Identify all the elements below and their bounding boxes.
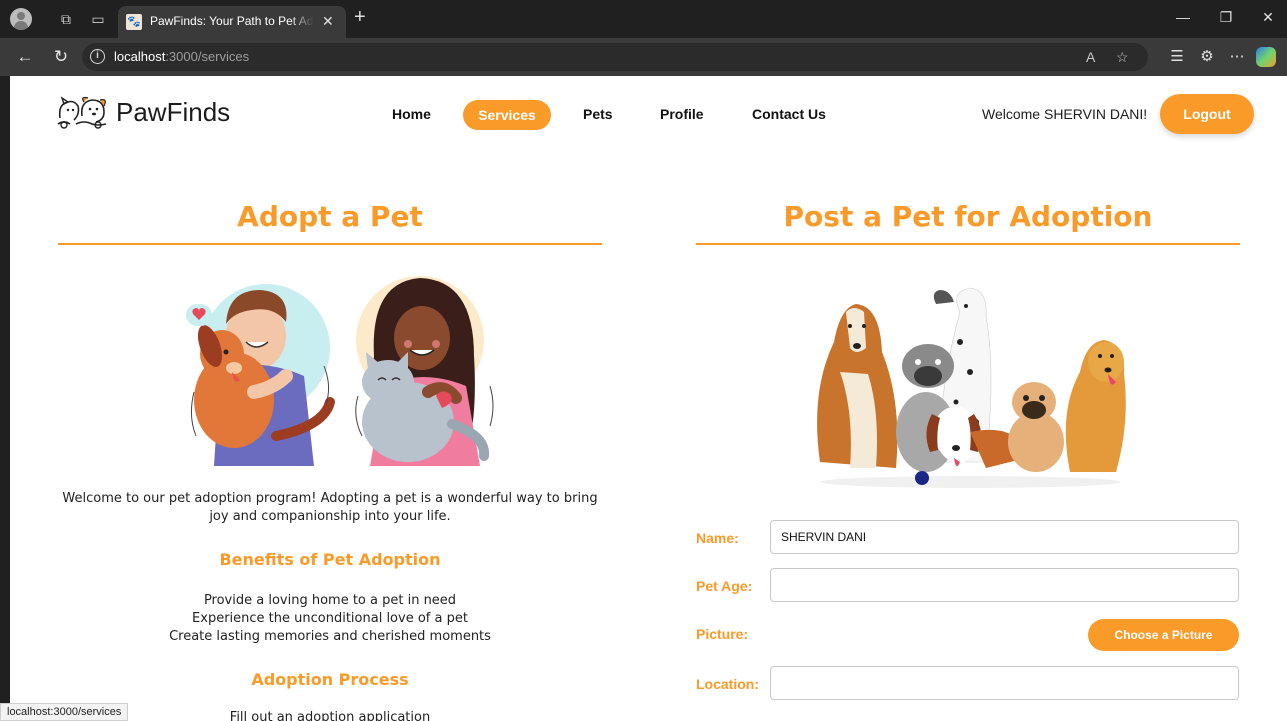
more-options-icon[interactable]: ⋯ [1226, 47, 1248, 65]
copilot-icon[interactable] [1256, 47, 1276, 67]
pet-age-input[interactable] [770, 568, 1239, 602]
read-aloud-icon[interactable]: A [1086, 49, 1095, 65]
tab-close-icon[interactable]: ✕ [322, 13, 334, 30]
status-bar-url: localhost:3000/services [0, 703, 129, 721]
close-window-icon[interactable]: ✕ [1248, 9, 1287, 26]
post-divider [696, 243, 1240, 245]
favorite-star-icon[interactable]: ☆ [1116, 49, 1129, 66]
picture-label: Picture: [696, 626, 749, 642]
tab-actions-icon[interactable]: ▭ [88, 9, 108, 29]
dogs-group-illustration [817, 287, 1126, 488]
name-label: Name: [696, 530, 739, 546]
benefit-item: Provide a loving home to a pet in need [203, 593, 457, 608]
new-tab-icon[interactable]: + [354, 6, 366, 29]
browser-toolbar: ← ↻ i localhost:3000/services A ☆ ☰ ⚙ ⋯ [0, 38, 1287, 76]
nav-profile[interactable]: Profile [660, 106, 704, 122]
favorites-list-icon[interactable]: ☰ [1166, 47, 1188, 65]
adoption-intro-text: Welcome to our pet adoption program! Ado… [62, 491, 598, 524]
nav-contact-us[interactable]: Contact Us [752, 106, 826, 122]
profile-avatar-icon[interactable] [10, 8, 32, 30]
process-step-item: Fill out an adoption application [229, 710, 431, 721]
benefits-heading: Benefits of Pet Adoption [219, 550, 441, 569]
back-icon[interactable]: ← [14, 47, 36, 67]
pet-age-label: Pet Age: [696, 578, 753, 594]
tab-title: PawFinds: Your Path to Pet Adoption [150, 14, 314, 28]
adoption-process-heading: Adoption Process [251, 670, 409, 689]
tab-favicon-icon: 🐾 [126, 14, 142, 30]
nav-home[interactable]: Home [392, 106, 431, 122]
nav-pets[interactable]: Pets [583, 106, 613, 122]
name-input[interactable] [770, 520, 1239, 554]
location-input[interactable] [770, 666, 1239, 700]
adoption-illustration [186, 276, 494, 466]
adopt-divider [58, 243, 602, 245]
url-path: :3000/services [165, 49, 250, 64]
benefits-list: Provide a loving home to a pet in need E… [58, 592, 602, 646]
welcome-message: Welcome SHERVIN DANI! [982, 106, 1148, 122]
location-label: Location: [696, 676, 759, 692]
logo-text: PawFinds [116, 96, 231, 127]
benefit-item: Experience the unconditional love of a p… [192, 611, 468, 626]
site-logo[interactable]: PawFinds [54, 92, 230, 132]
nav-services[interactable]: Services [463, 100, 551, 130]
restore-icon[interactable]: ❐ [1206, 9, 1246, 26]
dog-cat-logo-icon [57, 96, 107, 129]
logout-button[interactable]: Logout [1160, 94, 1254, 134]
minimize-icon[interactable]: — [1163, 9, 1203, 25]
post-section-title: Post a Pet for Adoption [783, 200, 1153, 233]
choose-picture-button[interactable]: Choose a Picture [1088, 619, 1239, 651]
page-content: PawFinds Home Services Pets Profile Cont… [10, 76, 1287, 721]
url-host: localhost [114, 49, 166, 64]
url-text[interactable]: localhost:3000/services [114, 49, 249, 64]
address-bar[interactable]: i localhost:3000/services A ☆ [82, 43, 1148, 71]
browser-tab[interactable]: 🐾 PawFinds: Your Path to Pet Adoption ✕ [118, 6, 346, 38]
browser-titlebar: ⧉ ▭ 🐾 PawFinds: Your Path to Pet Adoptio… [0, 0, 1287, 38]
adopt-section-title: Adopt a Pet [237, 200, 423, 233]
workspaces-icon[interactable]: ⧉ [56, 9, 76, 29]
site-info-icon[interactable]: i [90, 49, 105, 64]
benefit-item: Create lasting memories and cherished mo… [169, 629, 491, 644]
refresh-icon[interactable]: ↻ [50, 47, 72, 67]
extensions-icon[interactable]: ⚙ [1196, 47, 1218, 65]
